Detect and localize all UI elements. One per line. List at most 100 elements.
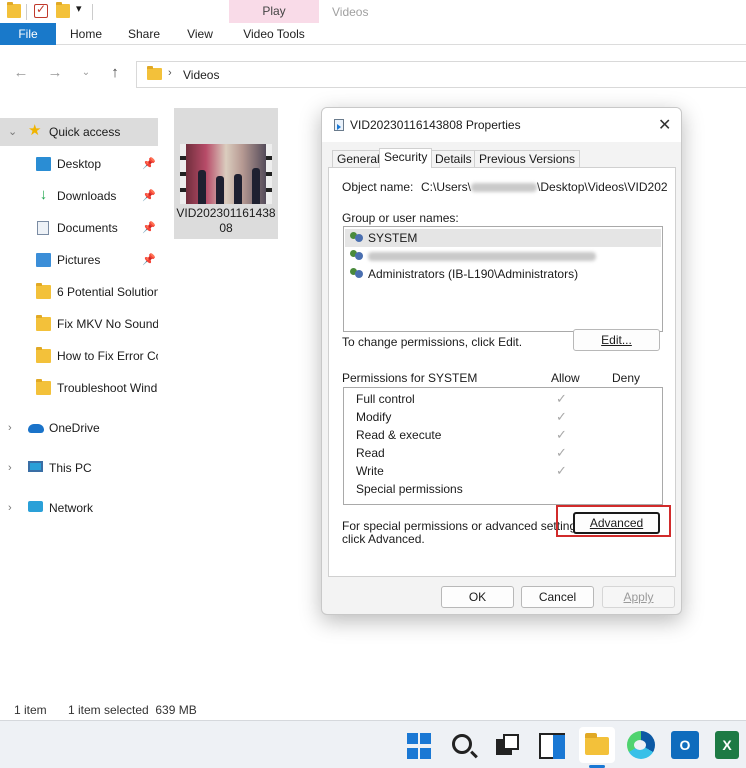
search-icon[interactable]	[452, 734, 472, 754]
nav-item-label: Quick access	[49, 125, 121, 139]
permission-row: Write ✓	[356, 462, 656, 480]
nav-item-label: Fix MKV No Sound	[57, 317, 158, 331]
user-group-icon	[350, 268, 364, 280]
permission-name: Special permissions	[356, 482, 463, 496]
pin-icon[interactable]: 📌	[142, 214, 156, 242]
item-count: 1 item	[14, 703, 47, 717]
task-view-icon[interactable]	[494, 731, 522, 759]
group-label: Group or user names:	[342, 211, 459, 225]
user-name: SYSTEM	[368, 231, 418, 245]
permissions-list: Full control ✓ Modify ✓ Read & execute ✓ Re…	[343, 387, 663, 505]
special-permissions-text-2: click Advanced.	[342, 532, 425, 546]
object-name-value: C:\Users\ \Desktop\Videos\VID202	[421, 180, 668, 194]
edit-button[interactable]: Edit...	[573, 329, 660, 351]
object-path-start: C:\Users\	[421, 180, 472, 194]
nav-item-network[interactable]: › Network	[0, 494, 158, 522]
excel-icon[interactable]: X	[715, 731, 739, 759]
user-list[interactable]: SYSTEM Administrators (IB-L190\Administr…	[343, 226, 663, 332]
list-item[interactable]: SYSTEM	[345, 229, 661, 247]
tab-security[interactable]: Security	[379, 148, 433, 168]
tab-general[interactable]: General	[332, 150, 385, 167]
folder-icon	[36, 379, 51, 395]
tab-view[interactable]: View	[174, 23, 226, 45]
breadcrumb-videos[interactable]: Videos	[183, 68, 219, 82]
edge-icon[interactable]	[627, 731, 655, 759]
nav-item-folder[interactable]: How to Fix Error Co	[0, 342, 158, 370]
network-icon	[28, 501, 43, 512]
expand-chevron-icon[interactable]: ›	[8, 454, 12, 482]
nav-item-label: Downloads	[57, 189, 117, 203]
tab-home[interactable]: Home	[58, 23, 114, 45]
forward-arrow-icon[interactable]: →	[46, 64, 64, 82]
nav-item-folder[interactable]: 6 Potential Solutions	[0, 278, 158, 306]
expand-chevron-icon[interactable]: ›	[8, 494, 12, 522]
thumbnail-figure	[252, 168, 260, 204]
nav-item-folder[interactable]: Troubleshoot Wind	[0, 374, 158, 402]
object-name-label: Object name:	[342, 180, 414, 194]
tab-file[interactable]: File	[0, 23, 56, 45]
pin-icon[interactable]: 📌	[142, 150, 156, 178]
new-folder-icon[interactable]	[56, 2, 70, 18]
outlook-icon[interactable]: O	[671, 731, 699, 759]
folder-icon	[36, 347, 51, 363]
redacted-user	[368, 247, 596, 265]
taskbar-explorer-button[interactable]	[579, 727, 615, 763]
up-arrow-icon[interactable]: ↑	[106, 64, 124, 82]
thumbnail-figure	[216, 176, 224, 204]
permission-row: Modify ✓	[356, 408, 656, 426]
pin-icon[interactable]: 📌	[142, 182, 156, 210]
permission-name: Write	[356, 464, 384, 478]
nav-item-quick-access[interactable]: ⌄ ★ Quick access	[0, 118, 158, 146]
apply-button-label: Apply	[623, 590, 654, 604]
file-item-video[interactable]: VID202301161438 08	[174, 108, 278, 239]
nav-item-desktop[interactable]: Desktop 📌	[0, 150, 158, 178]
video-thumbnail	[180, 144, 272, 204]
back-arrow-icon[interactable]: ←	[12, 64, 30, 82]
this-pc-icon	[28, 461, 43, 472]
recent-chevron-icon[interactable]: ⌄	[77, 64, 95, 82]
desktop-icon	[36, 157, 51, 171]
apply-button[interactable]: Apply	[602, 586, 675, 608]
nav-item-downloads[interactable]: ↓ Downloads 📌	[0, 182, 158, 210]
nav-item-pictures[interactable]: Pictures 📌	[0, 246, 158, 274]
cancel-button[interactable]: Cancel	[521, 586, 594, 608]
nav-item-documents[interactable]: Documents 📌	[0, 214, 158, 242]
nav-item-label: OneDrive	[49, 421, 100, 435]
widgets-icon[interactable]	[539, 733, 565, 759]
tab-details[interactable]: Details	[430, 150, 477, 167]
permission-row: Read ✓	[356, 444, 656, 462]
expand-chevron-icon[interactable]: ›	[8, 414, 12, 442]
customize-chevron-icon[interactable]: ▾	[76, 2, 90, 16]
tab-share[interactable]: Share	[116, 23, 172, 45]
expand-chevron-icon[interactable]: ⌄	[8, 118, 17, 146]
highlight-annotation	[556, 505, 671, 537]
nav-item-label: Pictures	[57, 253, 101, 267]
status-bar: 1 item 1 item selected 639 MB	[0, 701, 746, 719]
chevron-right-icon[interactable]: ›	[168, 67, 172, 79]
start-icon[interactable]	[407, 733, 435, 761]
address-bar[interactable]: › Videos	[136, 61, 746, 88]
permission-name: Full control	[356, 392, 415, 406]
nav-item-this-pc[interactable]: › This PC	[0, 454, 158, 482]
play-contextual-tab[interactable]: Play	[229, 0, 319, 23]
navigation-pane: ⌄ ★ Quick access Desktop 📌 ↓ Downloads 📌…	[0, 110, 160, 700]
quick-access-toolbar: ▾	[0, 0, 746, 24]
redacted-text	[471, 183, 538, 193]
properties-icon[interactable]	[34, 2, 48, 18]
list-item[interactable]	[345, 247, 661, 265]
tab-previous-versions[interactable]: Previous Versions	[474, 150, 581, 167]
pictures-icon	[36, 253, 51, 267]
tab-video-tools[interactable]: Video Tools	[229, 23, 319, 45]
ok-button[interactable]: OK	[441, 586, 514, 608]
nav-item-folder[interactable]: Fix MKV No Sound	[0, 310, 158, 338]
user-name: Administrators (IB-L190\Administrators)	[368, 267, 579, 281]
thumbnail-figure	[198, 170, 206, 204]
nav-item-onedrive[interactable]: › OneDrive	[0, 414, 158, 442]
close-icon[interactable]: ✕	[658, 115, 671, 135]
list-item[interactable]: Administrators (IB-L190\Administrators)	[345, 265, 661, 283]
permission-row: Special permissions	[356, 480, 656, 498]
nav-item-label: 6 Potential Solutions	[57, 285, 158, 299]
pin-icon[interactable]: 📌	[142, 246, 156, 274]
allow-check-icon: ✓	[556, 409, 567, 424]
properties-dialog: VID20230116143808 Properties ✕ General S…	[321, 107, 682, 615]
